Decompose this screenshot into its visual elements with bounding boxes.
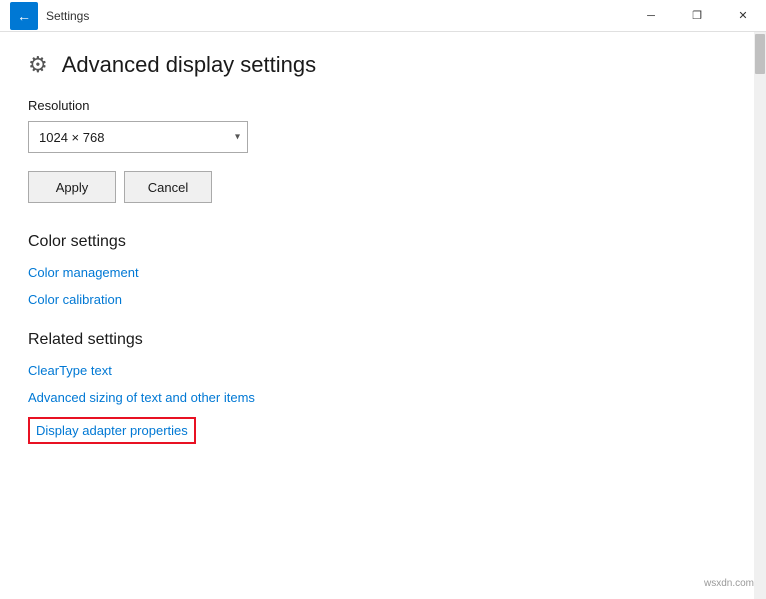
cleartype-text-link[interactable]: ClearType text — [28, 363, 726, 378]
related-settings-title: Related settings — [28, 331, 726, 349]
title-bar: ← Settings ─ ❐ ✕ — [0, 0, 766, 32]
resolution-select-wrapper: 1024 × 768 1280 × 720 1280 × 1024 1920 ×… — [28, 121, 248, 153]
resolution-section: Resolution 1024 × 768 1280 × 720 1280 × … — [28, 98, 726, 153]
restore-button[interactable]: ❐ — [674, 0, 720, 32]
minimize-button[interactable]: ─ — [628, 0, 674, 32]
back-button[interactable]: ← — [10, 2, 38, 30]
close-button[interactable]: ✕ — [720, 0, 766, 32]
resolution-label: Resolution — [28, 98, 726, 113]
title-bar-left: ← Settings — [10, 2, 89, 30]
main-content: ⚙ Advanced display settings Resolution 1… — [0, 32, 754, 599]
button-row: Apply Cancel — [28, 171, 726, 203]
settings-window: ← Settings ─ ❐ ✕ ⚙ Advanced display sett… — [0, 0, 766, 599]
color-settings-title: Color settings — [28, 233, 726, 251]
advanced-sizing-link[interactable]: Advanced sizing of text and other items — [28, 390, 726, 405]
content-area: ⚙ Advanced display settings Resolution 1… — [0, 32, 766, 599]
watermark: wsxdn.com — [704, 578, 754, 589]
page-header: ⚙ Advanced display settings — [28, 52, 726, 78]
cancel-button[interactable]: Cancel — [124, 171, 212, 203]
settings-icon: ⚙ — [28, 52, 48, 78]
title-bar-title: Settings — [46, 9, 89, 23]
page-title: Advanced display settings — [62, 52, 316, 78]
scrollbar-track[interactable] — [754, 32, 766, 599]
display-adapter-properties-link[interactable]: Display adapter properties — [28, 417, 196, 444]
color-management-link[interactable]: Color management — [28, 265, 726, 280]
related-settings-section: Related settings ClearType text Advanced… — [28, 331, 726, 456]
scrollbar-thumb[interactable] — [755, 34, 765, 74]
title-bar-controls: ─ ❐ ✕ — [628, 0, 766, 32]
apply-button[interactable]: Apply — [28, 171, 116, 203]
color-calibration-link[interactable]: Color calibration — [28, 292, 726, 307]
resolution-select[interactable]: 1024 × 768 1280 × 720 1280 × 1024 1920 ×… — [28, 121, 248, 153]
color-settings-section: Color settings Color management Color ca… — [28, 233, 726, 307]
